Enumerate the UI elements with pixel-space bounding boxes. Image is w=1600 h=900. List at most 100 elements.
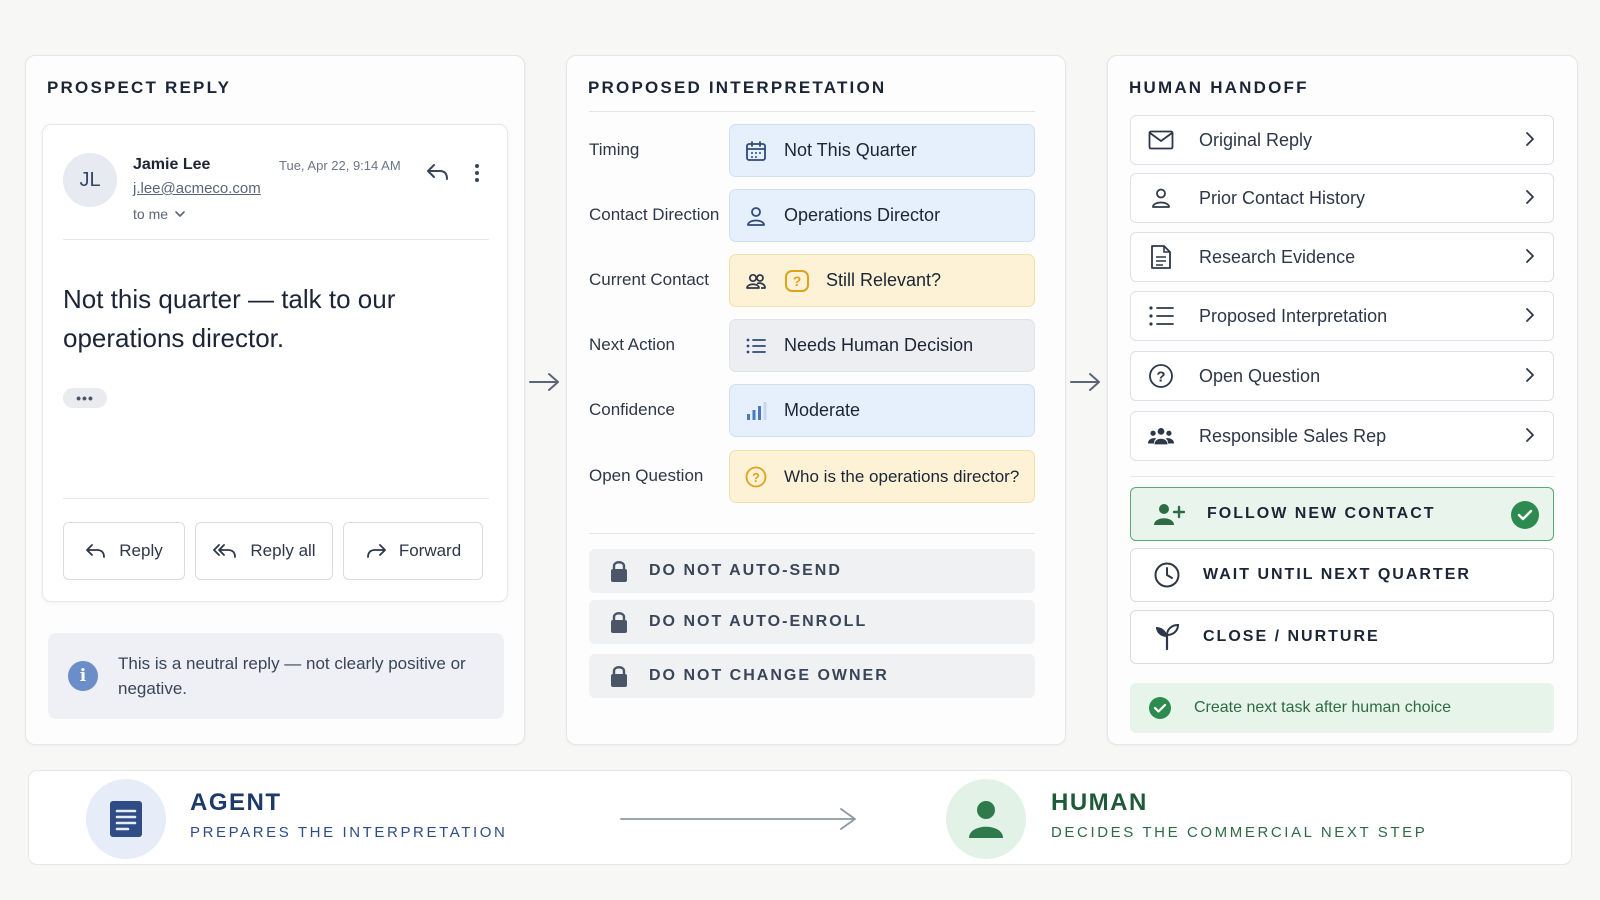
handoff-item-prior-contact-history[interactable]: Prior Contact History xyxy=(1130,173,1554,223)
handoff-item-responsible-sales-rep[interactable]: Responsible Sales Rep xyxy=(1130,411,1554,461)
email-date: Tue, Apr 22, 9:14 AM xyxy=(279,158,401,173)
interpretation-row-confidence: Confidence Moderate xyxy=(589,384,1035,437)
current-contact-value-chip[interactable]: ? Still Relevant? xyxy=(729,254,1035,307)
interpretation-row-current-contact: Current Contact ? Still Relevant? xyxy=(589,254,1035,307)
lock-icon xyxy=(609,664,629,688)
arrow-right-icon xyxy=(528,370,562,394)
choice-label: FOLLOW NEW CONTACT xyxy=(1207,505,1436,522)
email-card: JL Jamie Lee j.lee@acmeco.com to me Tue,… xyxy=(42,124,508,602)
question-circle-icon: ? xyxy=(744,465,768,489)
more-options-icon[interactable] xyxy=(474,163,480,183)
interpretation-row-open-question: Open Question ? Who is the operations di… xyxy=(589,450,1035,503)
guardrail-label: DO NOT CHANGE OWNER xyxy=(649,667,889,684)
lock-icon xyxy=(609,610,629,634)
person-icon xyxy=(1147,186,1175,210)
handoff-panel: HUMAN HANDOFF Original Reply Prior Conta… xyxy=(1107,55,1578,745)
chip-value: Operations Director xyxy=(784,205,941,225)
clock-icon xyxy=(1153,561,1181,589)
checkmark-icon xyxy=(1511,501,1539,529)
guardrail-label: DO NOT AUTO-ENROLL xyxy=(649,613,868,630)
divider xyxy=(589,533,1035,534)
forward-button[interactable]: Forward xyxy=(343,522,483,580)
next-action-value-chip[interactable]: Needs Human Decision xyxy=(729,319,1035,372)
contact-direction-value-chip[interactable]: Operations Director xyxy=(729,189,1035,242)
neutral-reply-text: This is a neutral reply — not clearly po… xyxy=(118,654,466,698)
handoff-item-original-reply[interactable]: Original Reply xyxy=(1130,115,1554,165)
prospect-reply-panel: PROSPECT REPLY JL Jamie Lee j.lee@acmeco… xyxy=(25,55,525,745)
close-nurture-button[interactable]: CLOSE / NURTURE xyxy=(1130,610,1554,664)
reply-icon[interactable] xyxy=(425,161,451,183)
interpretation-row-next-action: Next Action Needs Human Decision xyxy=(589,319,1035,372)
show-trimmed-content-button[interactable]: ••• xyxy=(63,388,107,408)
handoff-item-label: Open Question xyxy=(1199,365,1321,386)
svg-text:?: ? xyxy=(1156,369,1165,386)
chip-value: Not This Quarter xyxy=(784,140,917,160)
reply-all-icon xyxy=(212,542,238,560)
handoff-item-proposed-interpretation[interactable]: Proposed Interpretation xyxy=(1130,291,1554,341)
sprout-icon xyxy=(1153,624,1181,650)
row-label: Current Contact xyxy=(589,270,709,289)
agent-title: AGENT xyxy=(190,789,282,816)
row-label: Confidence xyxy=(589,400,676,419)
choice-label: WAIT UNTIL NEXT QUARTER xyxy=(1203,566,1471,583)
handoff-item-label: Responsible Sales Rep xyxy=(1199,425,1387,446)
wait-until-next-quarter-button[interactable]: WAIT UNTIL NEXT QUARTER xyxy=(1130,548,1554,602)
agent-subtitle: PREPARES THE INTERPRETATION xyxy=(190,824,508,841)
reply-all-button[interactable]: Reply all xyxy=(195,522,333,580)
neutral-reply-note: i This is a neutral reply — not clearly … xyxy=(48,633,504,719)
chip-value: Needs Human Decision xyxy=(784,335,974,355)
interpretation-panel: PROPOSED INTERPRETATION Timing Not This … xyxy=(566,55,1066,745)
envelope-icon xyxy=(1147,130,1175,150)
sender-name: Jamie Lee xyxy=(133,156,211,173)
sender-email[interactable]: j.lee@acmeco.com xyxy=(133,180,261,197)
guardrail-no-change-owner: DO NOT CHANGE OWNER xyxy=(589,654,1035,698)
reply-button[interactable]: Reply xyxy=(63,522,185,580)
divider xyxy=(63,498,489,499)
open-question-value-chip[interactable]: ? Who is the operations director? xyxy=(729,450,1035,503)
handoff-item-label: Proposed Interpretation xyxy=(1199,305,1388,326)
guardrail-label: DO NOT AUTO-SEND xyxy=(649,562,842,579)
divider xyxy=(1130,476,1554,477)
divider xyxy=(63,239,489,240)
team-icon xyxy=(1147,424,1175,448)
reply-button-label: Reply xyxy=(119,541,163,560)
handoff-item-research-evidence[interactable]: Research Evidence xyxy=(1130,232,1554,282)
confidence-value-chip[interactable]: Moderate xyxy=(729,384,1035,437)
follow-new-contact-button[interactable]: FOLLOW NEW CONTACT xyxy=(1130,487,1554,541)
chip-value: Moderate xyxy=(784,400,861,420)
svg-text:?: ? xyxy=(752,470,760,485)
panel-title: PROSPECT REPLY xyxy=(47,78,232,97)
panel-title: PROPOSED INTERPRETATION xyxy=(588,78,887,97)
person-icon xyxy=(744,204,768,228)
lock-icon xyxy=(609,559,629,583)
choice-label: CLOSE / NURTURE xyxy=(1203,628,1380,645)
row-label: Contact Direction xyxy=(589,205,720,224)
divider xyxy=(589,111,1035,112)
row-label: Next Action xyxy=(589,335,675,354)
role-summary-bar: AGENT PREPARES THE INTERPRETATION HUMAN … xyxy=(28,770,1572,865)
add-person-icon xyxy=(1153,501,1185,527)
document-icon xyxy=(1147,244,1175,270)
panel-title: HUMAN HANDOFF xyxy=(1129,78,1309,97)
person-icon xyxy=(967,799,1005,839)
check-circle-icon xyxy=(1148,696,1172,720)
signal-bars-icon xyxy=(744,399,768,423)
timing-value-chip[interactable]: Not This Quarter xyxy=(729,124,1035,177)
interpretation-row-timing: Timing Not This Quarter xyxy=(589,124,1035,177)
chip-value: Who is the operations director? xyxy=(784,466,1020,486)
avatar: JL xyxy=(63,153,117,207)
handoff-item-open-question[interactable]: ? Open Question xyxy=(1130,351,1554,401)
recipients-toggle[interactable]: to me xyxy=(133,206,186,222)
guardrail-no-auto-send: DO NOT AUTO-SEND xyxy=(589,549,1035,593)
human-subtitle: DECIDES THE COMMERCIAL NEXT STEP xyxy=(1051,824,1428,841)
chevron-right-icon xyxy=(1525,427,1535,443)
document-icon xyxy=(109,800,143,838)
arrow-right-icon xyxy=(1069,370,1103,394)
next-task-text: Create next task after human choice xyxy=(1194,699,1452,716)
forward-icon xyxy=(365,542,387,560)
row-label: Open Question xyxy=(589,466,704,485)
agent-avatar xyxy=(86,779,166,859)
reply-icon xyxy=(85,542,107,560)
list-icon xyxy=(1147,305,1175,327)
guardrail-no-auto-enroll: DO NOT AUTO-ENROLL xyxy=(589,600,1035,644)
